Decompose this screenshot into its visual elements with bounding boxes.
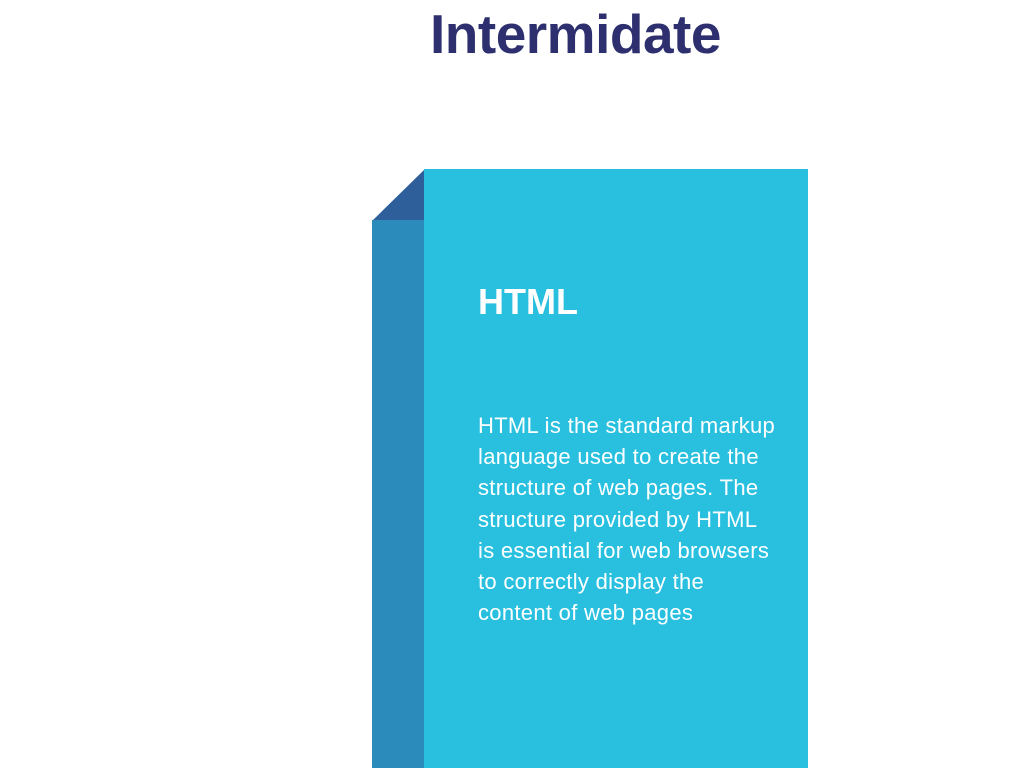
page: Intermidate HTML HTML is the standard ma… [0, 0, 1024, 768]
card-side-panel [372, 220, 425, 768]
page-title: Intermidate [430, 3, 721, 65]
card-fold-shape [372, 169, 425, 221]
card-heading: HTML [478, 281, 578, 322]
card-fold-corner [372, 169, 425, 221]
card-description: HTML is the standard markup language use… [478, 413, 776, 626]
